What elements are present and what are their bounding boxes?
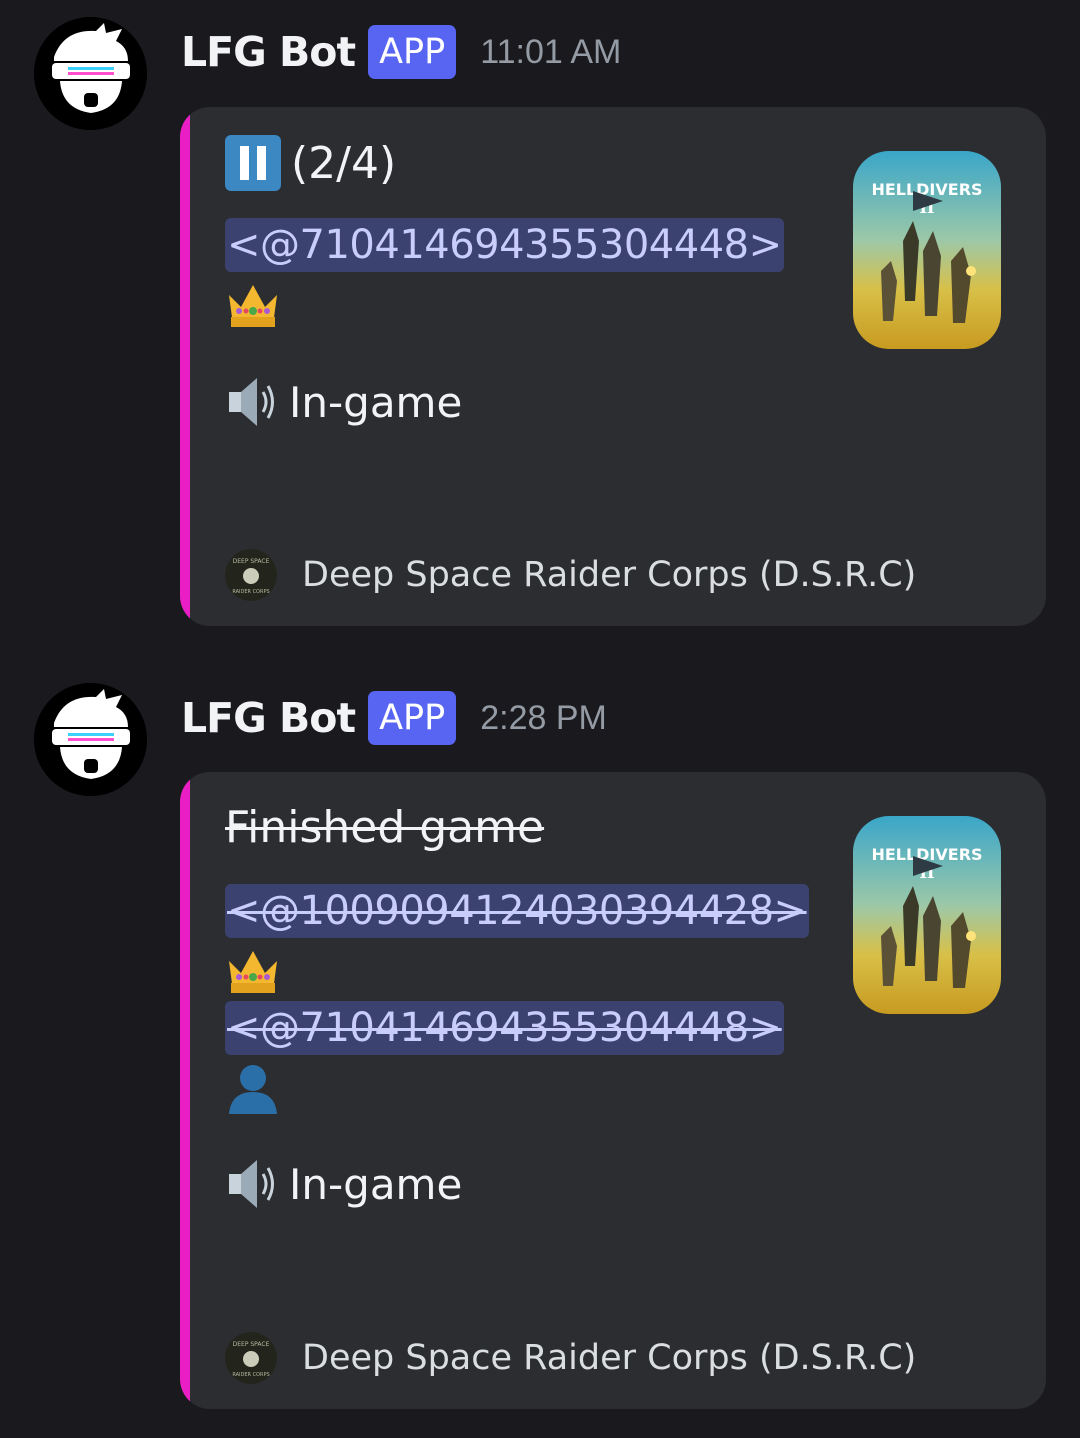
crown-icon: [229, 285, 277, 327]
crown-icon: [229, 951, 277, 993]
app-badge: APP: [368, 25, 457, 79]
timestamp[interactable]: 11:01 AM: [480, 33, 621, 72]
embed-card: (2/4) <@710414694355304448> In-game DEEP…: [180, 107, 1046, 626]
embed-title: Finished game: [225, 802, 545, 853]
user-mention[interactable]: <@1009094124030394428>: [225, 884, 809, 938]
speaker-icon: [229, 378, 274, 426]
game-thumbnail[interactable]: HELLDIVERS II: [853, 151, 1001, 349]
server-logo-icon: DEEP SPACE RAIDER CORPS: [225, 1332, 277, 1384]
server-logo-icon: DEEP SPACE RAIDER CORPS: [225, 549, 277, 601]
speaker-icon: [229, 1160, 274, 1208]
bot-avatar[interactable]: [34, 683, 147, 796]
embed-footer: Deep Space Raider Corps (D.S.R.C): [302, 1338, 917, 1378]
embed-card: Finished game <@1009094124030394428> <@7…: [180, 772, 1046, 1409]
svg-text:DEEP SPACE: DEEP SPACE: [233, 558, 270, 565]
username[interactable]: LFG Bot: [181, 694, 356, 742]
username[interactable]: LFG Bot: [181, 28, 356, 76]
svg-text:RAIDER CORPS: RAIDER CORPS: [232, 1372, 269, 1378]
embed-title: (2/4): [291, 137, 397, 189]
status-text: In-game: [289, 377, 463, 427]
embed-footer: Deep Space Raider Corps (D.S.R.C): [302, 555, 917, 595]
svg-text:DEEP SPACE: DEEP SPACE: [233, 1341, 270, 1348]
embed-accent-bar: [180, 107, 190, 626]
svg-text:RAIDER CORPS: RAIDER CORPS: [232, 589, 269, 595]
bot-avatar-icon: [34, 17, 147, 130]
user-mention[interactable]: <@710414694355304448>: [225, 218, 784, 272]
bot-avatar[interactable]: [34, 17, 147, 130]
status-text: In-game: [289, 1159, 463, 1209]
user-mention[interactable]: <@710414694355304448>: [225, 1001, 784, 1055]
timestamp[interactable]: 2:28 PM: [480, 699, 607, 738]
embed-accent-bar: [180, 772, 190, 1409]
app-badge: APP: [368, 691, 457, 745]
user-silhouette-icon: [229, 1065, 277, 1114]
bot-avatar-icon: [34, 683, 147, 796]
game-thumbnail[interactable]: HELLDIVERS II: [853, 816, 1001, 1014]
pause-icon: [225, 135, 281, 191]
